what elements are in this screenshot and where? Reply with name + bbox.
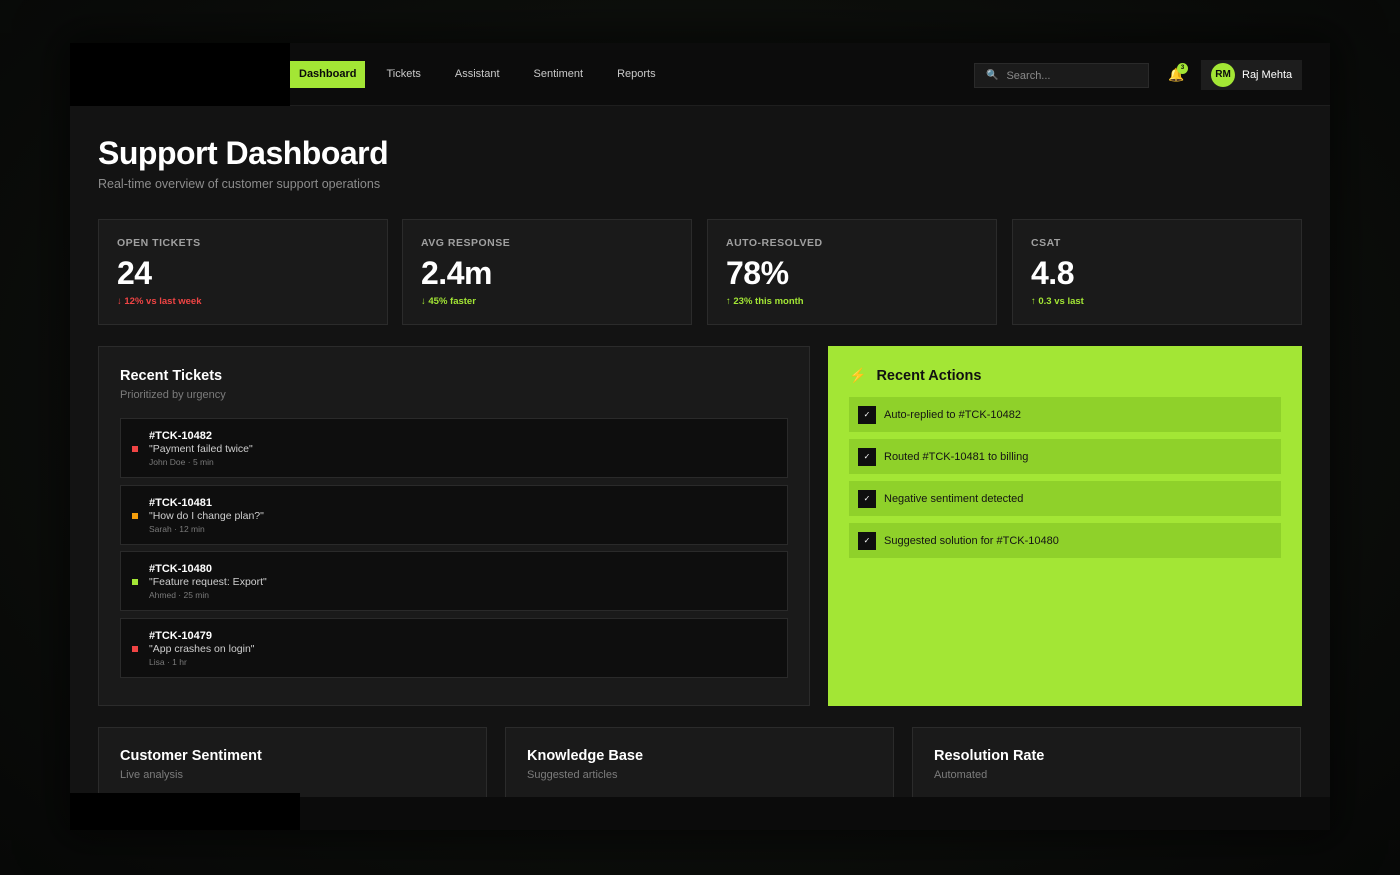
ticket-id: #TCK-10482	[149, 430, 212, 442]
ticket-meta: Ahmed · 25 min	[149, 590, 209, 600]
page-title: Support Dashboard	[98, 135, 389, 171]
ticket-id: #TCK-10480	[149, 563, 212, 575]
card-title: Customer Sentiment	[120, 748, 262, 764]
stat-card-avg-response: AVG RESPONSE 2.4m ↓ 45% faster	[402, 219, 692, 325]
resolution-rate-card[interactable]: Resolution Rate Automated	[912, 727, 1301, 807]
priority-dot	[132, 513, 138, 519]
stat-label: AUTO-RESOLVED	[726, 237, 823, 249]
search-icon: 🔍	[986, 70, 999, 81]
action-text: Negative sentiment detected	[884, 492, 1024, 505]
card-subtitle: Automated	[934, 769, 988, 781]
nav-sentiment[interactable]: Sentiment	[517, 61, 601, 88]
bolt-icon: ⚡	[849, 367, 867, 383]
priority-dot	[132, 579, 138, 585]
ticket-id: #TCK-10481	[149, 497, 212, 509]
stat-change: ↑ 23% this month	[726, 296, 804, 307]
user-name: Raj Mehta	[1242, 69, 1293, 81]
search-input[interactable]	[1006, 69, 1137, 82]
top-nav: Dashboard Tickets Assistant Sentiment Re…	[70, 43, 1330, 106]
ticket-meta: Lisa · 1 hr	[149, 657, 187, 667]
action-item[interactable]: ✓ Suggested solution for #TCK-10480	[849, 523, 1281, 558]
ticket-text: "How do I change plan?"	[149, 510, 264, 522]
stat-change: ↓ 45% faster	[421, 296, 476, 307]
ticket-row[interactable]: #TCK-10482 "Payment failed twice" John D…	[120, 418, 788, 478]
action-item[interactable]: ✓ Negative sentiment detected	[849, 481, 1281, 516]
ticket-text: "Payment failed twice"	[149, 443, 253, 455]
recent-tickets-panel: Recent Tickets Prioritized by urgency #T…	[98, 346, 810, 706]
stat-card-csat: CSAT 4.8 ↑ 0.3 vs last	[1012, 219, 1302, 325]
stat-label: CSAT	[1031, 237, 1061, 249]
app-window: Dashboard Tickets Assistant Sentiment Re…	[70, 43, 1330, 830]
nav-dashboard[interactable]: Dashboard	[290, 61, 366, 88]
user-menu[interactable]: RM Raj Mehta	[1201, 60, 1302, 90]
page-subtitle: Real-time overview of customer support o…	[98, 177, 381, 191]
knowledge-base-card[interactable]: Knowledge Base Suggested articles	[505, 727, 894, 807]
recent-actions-panel: ⚡ Recent Actions ✓ Auto-replied to #TCK-…	[828, 346, 1302, 706]
card-title: Resolution Rate	[934, 748, 1045, 764]
stat-card-open-tickets: OPEN TICKETS 24 ↓ 12% vs last week	[98, 219, 388, 325]
panel-title-text: Recent Actions	[876, 367, 982, 384]
action-text: Auto-replied to #TCK-10482	[884, 408, 1021, 421]
ticket-id: #TCK-10479	[149, 630, 212, 642]
stat-value: 78%	[726, 255, 789, 291]
card-subtitle: Suggested articles	[527, 769, 618, 781]
check-icon: ✓	[858, 489, 876, 508]
panel-subtitle: Prioritized by urgency	[120, 389, 226, 401]
search-box[interactable]: 🔍	[974, 63, 1149, 88]
avatar: RM	[1211, 63, 1235, 87]
nav-assistant[interactable]: Assistant	[438, 61, 517, 88]
stat-label: AVG RESPONSE	[421, 237, 511, 249]
ticket-row[interactable]: #TCK-10479 "App crashes on login" Lisa ·…	[120, 618, 788, 678]
stat-change: ↑ 0.3 vs last	[1031, 296, 1084, 307]
action-item[interactable]: ✓ Auto-replied to #TCK-10482	[849, 397, 1281, 432]
priority-dot	[132, 446, 138, 452]
ticket-meta: John Doe · 5 min	[149, 457, 214, 467]
footer-block	[70, 793, 300, 830]
ticket-row[interactable]: #TCK-10481 "How do I change plan?" Sarah…	[120, 485, 788, 545]
logo[interactable]	[70, 43, 290, 106]
ticket-row[interactable]: #TCK-10480 "Feature request: Export" Ahm…	[120, 551, 788, 611]
action-item[interactable]: ✓ Routed #TCK-10481 to billing	[849, 439, 1281, 474]
check-icon: ✓	[858, 405, 876, 424]
check-icon: ✓	[858, 531, 876, 550]
card-subtitle: Live analysis	[120, 769, 183, 781]
priority-dot	[132, 646, 138, 652]
panel-title: Recent Tickets	[120, 368, 223, 384]
stat-label: OPEN TICKETS	[117, 237, 201, 249]
action-text: Suggested solution for #TCK-10480	[884, 534, 1059, 547]
stat-change: ↓ 12% vs last week	[117, 296, 202, 307]
action-text: Routed #TCK-10481 to billing	[884, 450, 1029, 463]
notification-badge: 3	[1177, 63, 1188, 74]
nav-menu: Dashboard Tickets Assistant Sentiment Re…	[290, 61, 673, 88]
stat-value: 4.8	[1031, 255, 1074, 291]
stat-card-auto-resolved: AUTO-RESOLVED 78% ↑ 23% this month	[707, 219, 997, 325]
stat-value: 24	[117, 255, 152, 291]
stat-value: 2.4m	[421, 255, 492, 291]
card-title: Knowledge Base	[527, 748, 644, 764]
ticket-text: "App crashes on login"	[149, 643, 255, 655]
panel-title: ⚡ Recent Actions	[849, 367, 1281, 384]
nav-tickets[interactable]: Tickets	[369, 61, 437, 88]
ticket-meta: Sarah · 12 min	[149, 524, 205, 534]
ticket-text: "Feature request: Export"	[149, 576, 267, 588]
check-icon: ✓	[858, 447, 876, 466]
nav-reports[interactable]: Reports	[600, 61, 673, 88]
